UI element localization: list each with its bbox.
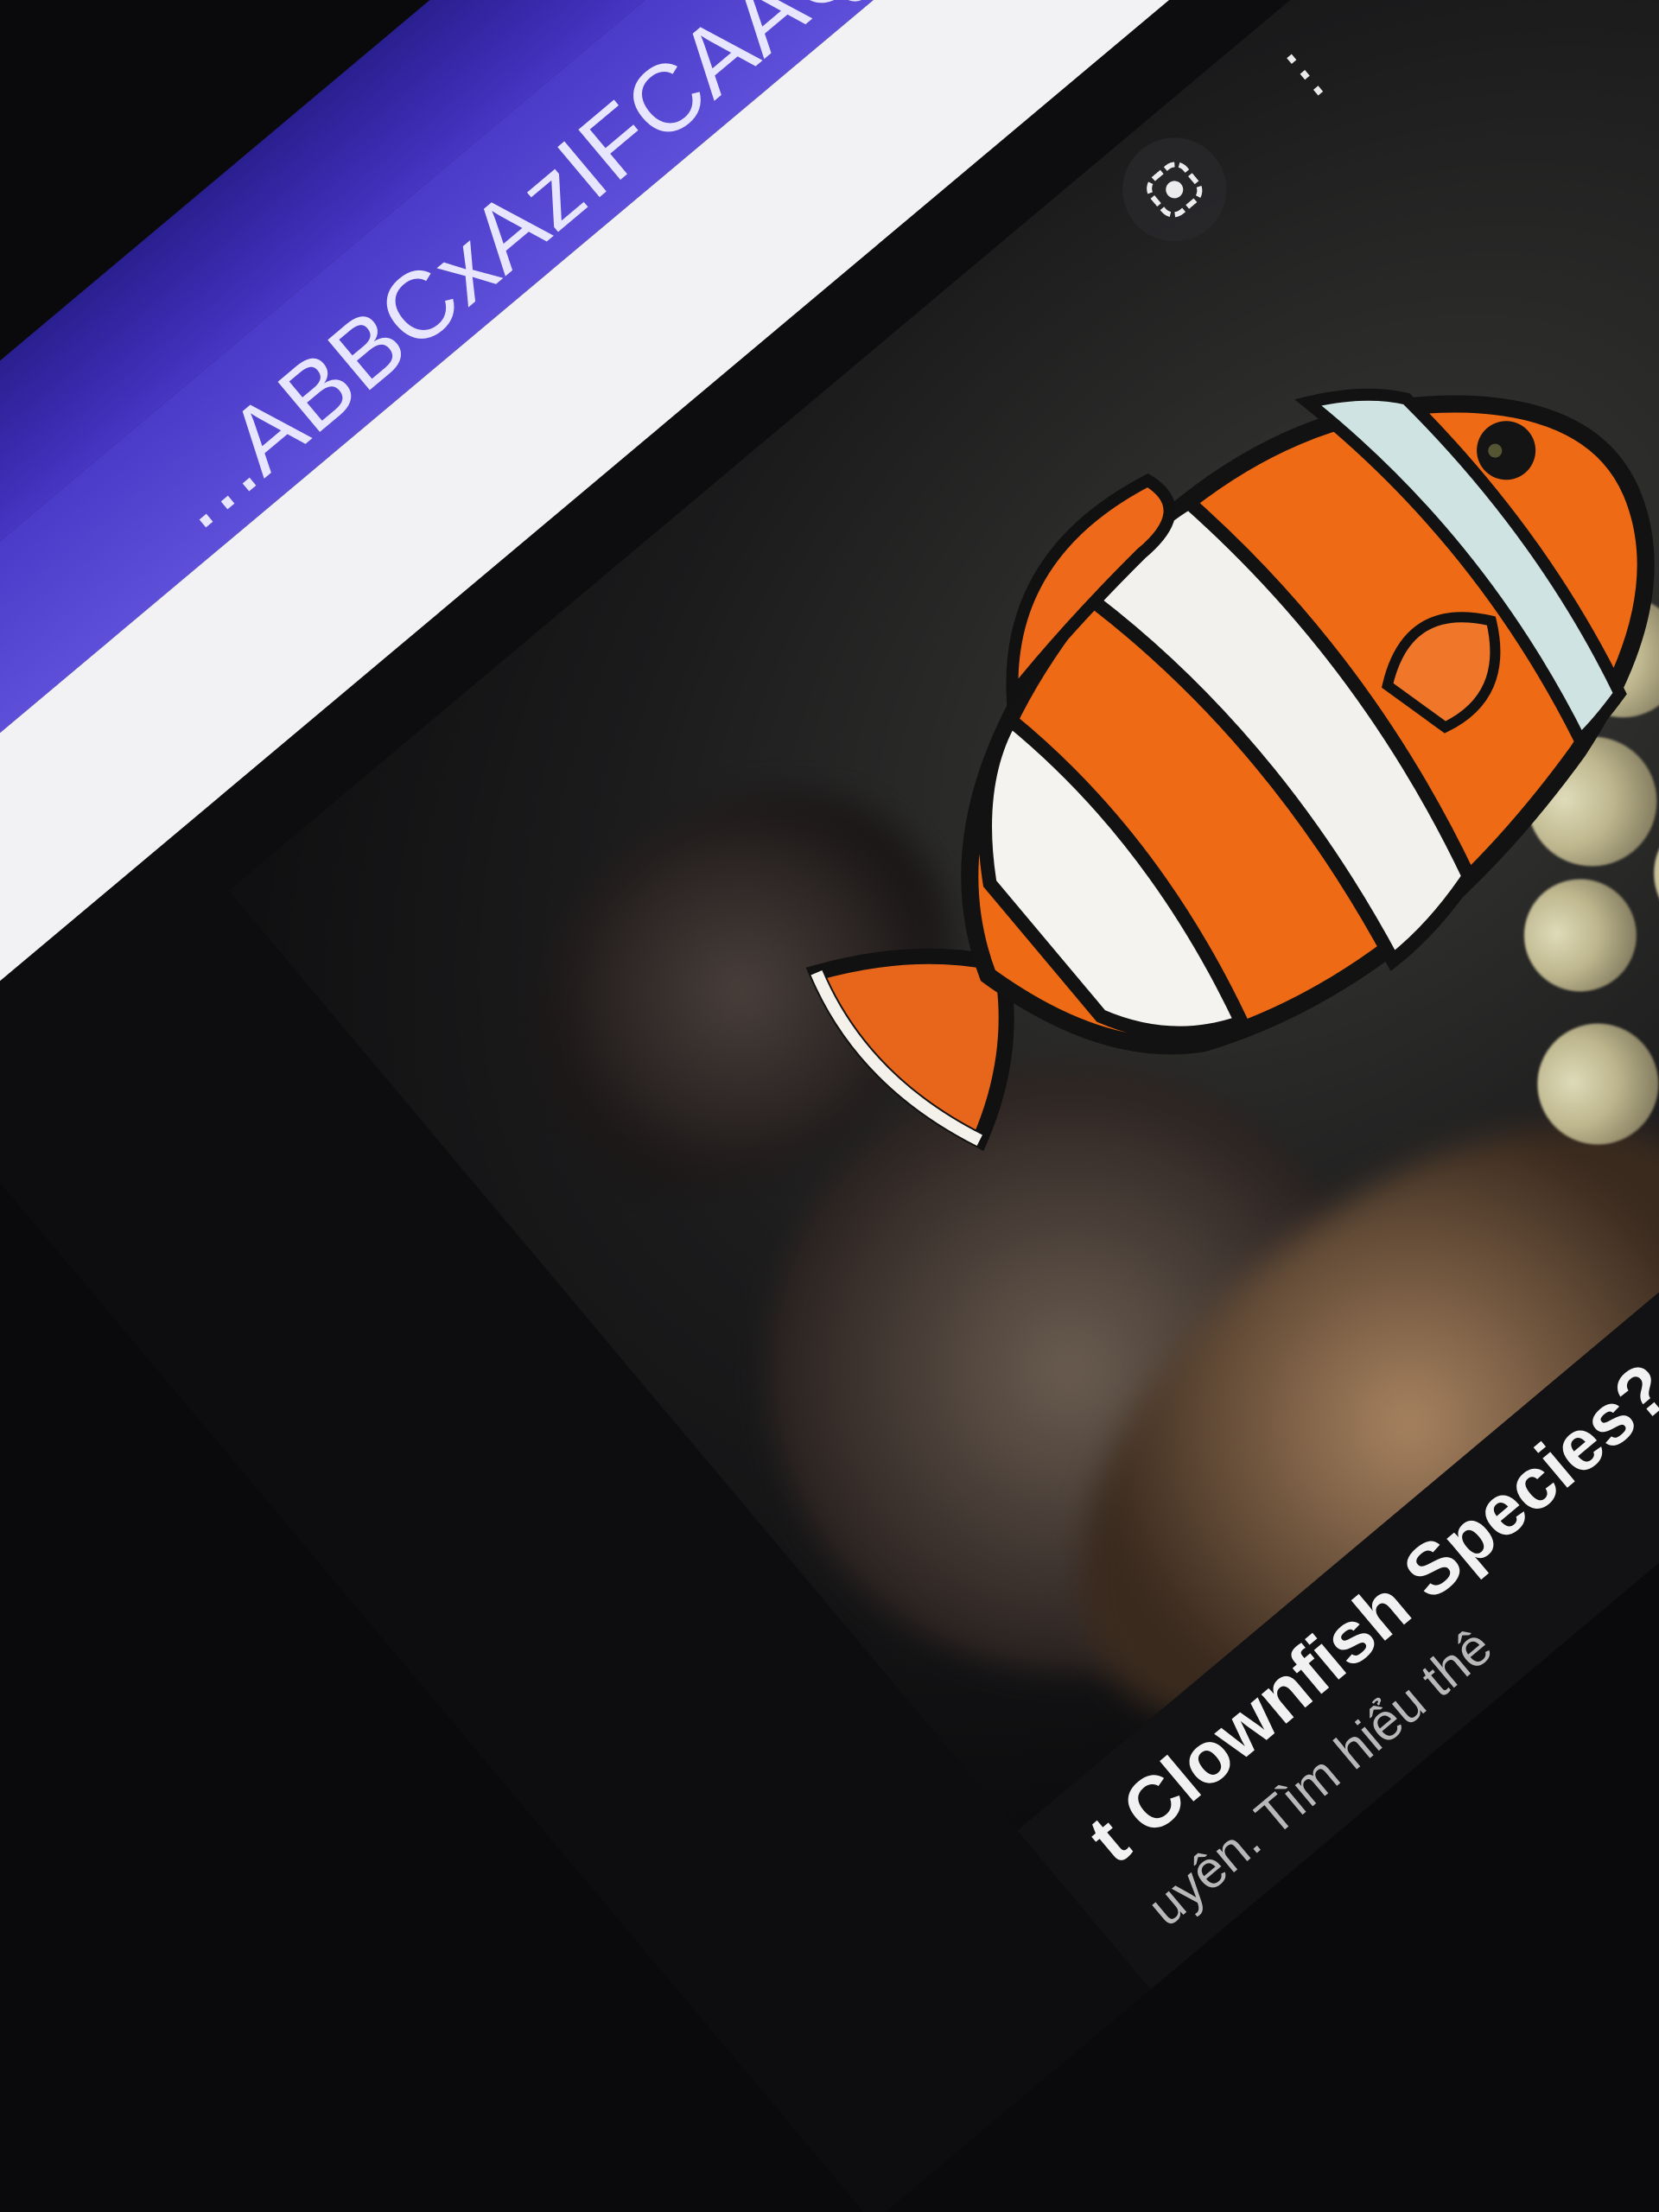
- photo-page: ...ABBCxAzIFCAAQ...: [0, 0, 1659, 2212]
- chevron-collapse-icon[interactable]: ↙: [1370, 0, 1434, 14]
- screen: ...ABBCxAzIFCAAQ...: [0, 0, 1659, 2212]
- more-options-icon[interactable]: ⋮: [1258, 30, 1346, 120]
- lens-glyph: [1140, 155, 1209, 224]
- google-lens-icon[interactable]: [1101, 116, 1248, 263]
